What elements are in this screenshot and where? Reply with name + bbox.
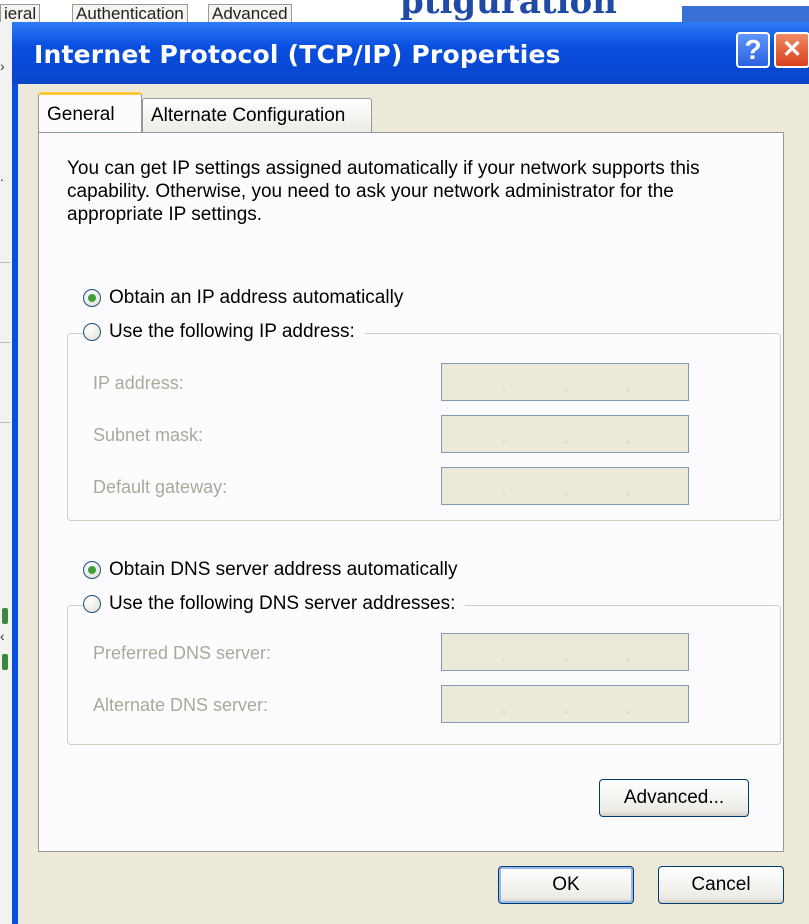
subnet-mask-input[interactable]: . . . (441, 415, 689, 453)
ip-octet-separator: . (626, 378, 630, 394)
background-tab-general[interactable]: ieral (0, 4, 41, 23)
obtain-dns-automatically-option[interactable]: Obtain DNS server address automatically (83, 557, 457, 583)
ip-octet-separator: . (502, 700, 506, 716)
tcpip-properties-dialog: Internet Protocol (TCP/IP) Properties ? … (12, 22, 809, 924)
use-following-ip-radio[interactable] (83, 323, 101, 341)
ip-octet-separator: . (502, 648, 506, 664)
ip-octet-separator: . (564, 700, 568, 716)
use-following-ip-label: Use the following IP address: (109, 321, 355, 342)
advanced-button[interactable]: Advanced... (599, 779, 749, 817)
background-tab-authentication[interactable]: Authentication (72, 4, 188, 23)
ip-address-label: IP address: (93, 373, 184, 393)
use-following-dns-radio[interactable] (83, 595, 101, 613)
obtain-ip-automatically-radio[interactable] (83, 289, 101, 307)
background-heading-fragment: ptiguration (400, 0, 617, 22)
question-mark-icon: ? (744, 34, 762, 65)
alternate-dns-label: Alternate DNS server: (93, 695, 269, 715)
left-strip-fragment: . (0, 168, 4, 184)
tab-general[interactable]: General (38, 92, 142, 132)
ip-octet-separator: . (502, 378, 506, 394)
cancel-button[interactable]: Cancel (658, 866, 784, 904)
ip-octet-separator: . (564, 482, 568, 498)
subnet-mask-label: Subnet mask: (93, 425, 204, 445)
use-following-dns-option[interactable]: Use the following DNS server addresses: (83, 591, 466, 617)
ip-octet-separator: . (626, 700, 630, 716)
dialog-titlebar[interactable]: Internet Protocol (TCP/IP) Properties ? … (12, 22, 809, 84)
dialog-client-area: General Alternate Configuration You can … (18, 84, 809, 924)
default-gateway-label: Default gateway: (93, 477, 228, 497)
obtain-dns-automatically-radio[interactable] (83, 561, 101, 579)
alternate-dns-input[interactable]: . . . (441, 685, 689, 723)
ip-octet-separator: . (626, 482, 630, 498)
ip-octet-separator: . (564, 378, 568, 394)
preferred-dns-label: Preferred DNS server: (93, 643, 272, 663)
use-following-ip-option[interactable]: Use the following IP address: (83, 319, 365, 345)
dns-server-group (67, 605, 781, 745)
ip-octet-separator: . (626, 648, 630, 664)
background-tab-advanced[interactable]: Advanced (208, 4, 292, 23)
dialog-title: Internet Protocol (TCP/IP) Properties (34, 40, 561, 69)
obtain-ip-automatically-option[interactable]: Obtain an IP address automatically (83, 285, 403, 311)
left-strip-divider (0, 342, 10, 343)
use-following-dns-label: Use the following DNS server addresses: (109, 593, 456, 614)
ip-octet-separator: . (502, 430, 506, 446)
left-strip-green-icon (2, 608, 8, 624)
left-strip-fragment: ‹ (0, 628, 5, 644)
ip-octet-separator: . (564, 430, 568, 446)
ip-octet-separator: . (564, 648, 568, 664)
tab-alternate-configuration[interactable]: Alternate Configuration (142, 98, 372, 132)
ip-address-input[interactable]: . . . (441, 363, 689, 401)
help-button[interactable]: ? (736, 32, 770, 68)
left-strip-divider (0, 262, 10, 263)
ip-octet-separator: . (626, 430, 630, 446)
close-icon: ✕ (781, 36, 803, 63)
default-gateway-input[interactable]: . . . (441, 467, 689, 505)
general-tab-panel: You can get IP settings assigned automat… (38, 132, 784, 852)
obtain-ip-automatically-label: Obtain an IP address automatically (109, 287, 404, 308)
left-strip-green-icon (2, 654, 8, 670)
ip-octet-separator: . (502, 482, 506, 498)
obtain-dns-automatically-label: Obtain DNS server address automatically (109, 559, 458, 580)
left-strip-fragment: › (0, 58, 5, 74)
preferred-dns-input[interactable]: . . . (441, 633, 689, 671)
close-button[interactable]: ✕ (774, 32, 809, 68)
ok-button[interactable]: OK (498, 866, 634, 904)
description-text: You can get IP settings assigned automat… (67, 158, 700, 225)
left-strip-divider (0, 422, 10, 423)
